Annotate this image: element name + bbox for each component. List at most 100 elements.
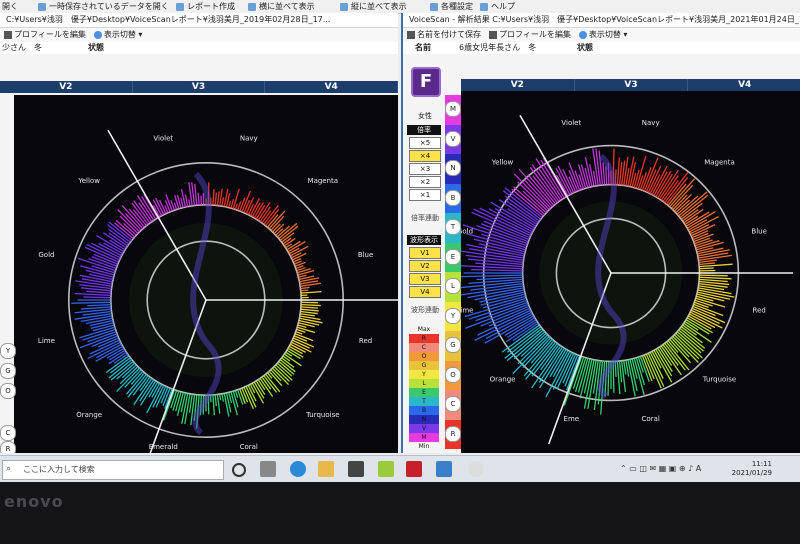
left-strip-y[interactable]: Y xyxy=(0,343,16,359)
store-icon[interactable] xyxy=(348,461,364,477)
right-wheel-color-label: Gold xyxy=(461,227,473,235)
strip-button-y[interactable]: Y xyxy=(445,307,461,324)
start-circle-icon[interactable] xyxy=(232,463,246,477)
edit-profile-button[interactable]: プロフィールを編集 xyxy=(4,28,86,42)
right-voice-wheel-svg: Violet Navy Magenta Blue Red Turquoise Coral Em… xyxy=(461,91,800,453)
strip-button-v[interactable]: V xyxy=(445,130,461,147)
right-name-label: 名前 xyxy=(415,43,431,52)
strip-button-o[interactable]: O xyxy=(445,366,461,383)
legend-item-n: N xyxy=(409,415,439,424)
right-wheel-color-label: Eme xyxy=(564,415,580,423)
right-name-row: 名前 6歳女児年長さん 冬 状態 xyxy=(403,42,800,54)
left-strip-c[interactable]: C xyxy=(0,425,16,441)
left-wheel-color-label: Orange xyxy=(76,411,102,419)
wave-v4-button[interactable]: V4 xyxy=(409,286,441,298)
left-voice-wheel-plot: Violet Navy Magenta Blue Red Turquoise Coral Em… xyxy=(14,95,398,453)
mail-icon[interactable] xyxy=(436,461,452,477)
legend-item-b: B xyxy=(409,406,439,415)
right-wheel-color-label: Lime xyxy=(461,307,473,315)
tile-horizontal-menu[interactable]: 横に並べて表示 xyxy=(248,1,315,12)
left-v2-header[interactable]: V2 xyxy=(0,81,133,93)
strip-button-g[interactable]: G xyxy=(445,337,461,353)
right-wheel-color-label: Yellow xyxy=(491,159,514,167)
mag-x1-button[interactable]: ×1 xyxy=(409,189,441,201)
right-wheel-color-label: Red xyxy=(753,307,766,315)
task-view-icon[interactable] xyxy=(260,461,276,477)
right-edit-profile-button[interactable]: プロフィールを編集 xyxy=(489,28,571,42)
left-v4-header[interactable]: V4 xyxy=(265,81,398,93)
right-v-headers: V2 V3 V4 xyxy=(461,79,800,91)
file-explorer-icon[interactable] xyxy=(318,461,334,477)
view-toggle-button[interactable]: 表示切替 ▾ xyxy=(93,28,142,42)
strip-button-t[interactable]: T xyxy=(445,219,461,235)
strip-button-b[interactable]: B xyxy=(445,189,461,206)
left-toolbar: プロフィールを編集 表示切替 ▾ xyxy=(0,28,398,42)
left-wheel-color-label: Red xyxy=(359,337,372,345)
save-as-button[interactable]: 名前を付けて保存 xyxy=(407,28,481,42)
left-v-headers: V2 V3 V4 xyxy=(0,81,398,93)
right-window-title: VoiceScan - 解析結果 C:¥Users¥浅羽 優子¥Desktop¥… xyxy=(403,13,800,28)
left-name-row: 少さん 冬 状態 xyxy=(0,42,398,54)
edge-browser-icon[interactable] xyxy=(290,461,306,477)
wave-v2-button[interactable]: V2 xyxy=(409,260,441,272)
left-wheel-color-label: Violet xyxy=(153,134,173,142)
right-v4-header[interactable]: V4 xyxy=(688,79,800,91)
left-wheel-color-label: Blue xyxy=(358,251,374,259)
legend-item-m: M xyxy=(409,433,439,442)
app-menu-bar: 開く 一時保存されているデータを開く レポート作成 横に並べて表示 縦に並べて表… xyxy=(0,0,800,14)
right-v2-header[interactable]: V2 xyxy=(461,79,575,91)
left-analysis-window: C:¥Users¥浅羽 優子¥Desktop¥VoiceScanレポート¥浅羽美… xyxy=(0,13,398,453)
help-icon xyxy=(480,2,488,11)
strip-button-m[interactable]: M xyxy=(445,101,461,117)
left-v3-header[interactable]: V3 xyxy=(133,81,266,93)
strip-button-l[interactable]: L xyxy=(445,278,461,294)
legend-item-y: Y xyxy=(409,370,439,379)
wave-v3-button[interactable]: V3 xyxy=(409,273,441,285)
left-voice-wheel-svg: Violet Navy Magenta Blue Red Turquoise Coral Em… xyxy=(14,95,398,453)
taskbar-search-input[interactable]: ここに入力して検索 xyxy=(2,460,224,480)
tile-vertical-menu[interactable]: 縦に並べて表示 xyxy=(340,1,407,12)
strip-button-n[interactable]: N xyxy=(445,160,461,176)
female-profile-button[interactable]: F xyxy=(411,67,441,97)
mcafee-icon[interactable] xyxy=(406,461,422,477)
mag-x5-button[interactable]: ×5 xyxy=(409,137,441,149)
left-wheel-color-label: Gold xyxy=(38,251,54,259)
legend-max-label: Max xyxy=(409,325,439,334)
right-wheel-color-label: Coral xyxy=(642,415,660,423)
left-window-title: C:¥Users¥浅羽 優子¥Desktop¥VoiceScanレポート¥浅羽美… xyxy=(0,13,398,28)
left-strip-g[interactable]: G xyxy=(0,363,16,379)
wave-link-toggle[interactable]: 波形連動 xyxy=(405,305,445,315)
mag-x2-button[interactable]: ×2 xyxy=(409,176,441,188)
clock-date: 2021/01/29 xyxy=(731,469,772,477)
wave-v1-button[interactable]: V1 xyxy=(409,247,441,259)
legend-item-c: C xyxy=(409,343,439,352)
left-strip-o[interactable]: O xyxy=(0,383,16,399)
right-voice-wheel-plot: Violet Navy Magenta Blue Red Turquoise Coral Em… xyxy=(461,91,800,453)
right-wheel-color-label: Navy xyxy=(642,119,660,127)
help-menu[interactable]: ヘルプ xyxy=(480,1,515,12)
open-temp-data-menu[interactable]: 一時保存されているデータを開く xyxy=(38,1,169,12)
right-name-value: 6歳女児年長さん 冬 xyxy=(459,43,537,52)
mag-link-toggle[interactable]: 倍率連動 xyxy=(405,213,445,223)
mag-x4-button[interactable]: ×4 xyxy=(409,150,441,162)
right-toolbar: 名前を付けて保存 プロフィールを編集 表示切替 ▾ xyxy=(403,28,800,42)
app-l-icon[interactable] xyxy=(378,461,394,477)
voicescan-app-icon[interactable] xyxy=(468,461,484,477)
right-view-toggle-button[interactable]: 表示切替 ▾ xyxy=(578,28,627,42)
right-v3-header[interactable]: V3 xyxy=(575,79,689,91)
mag-x3-button[interactable]: ×3 xyxy=(409,163,441,175)
legend-item-o: O xyxy=(409,352,439,361)
left-strip-r[interactable]: R xyxy=(0,441,16,453)
strip-button-e[interactable]: E xyxy=(445,248,461,265)
settings-menu[interactable]: 各種設定 xyxy=(430,1,473,12)
legend-item-e: E xyxy=(409,388,439,397)
strip-button-c[interactable]: C xyxy=(445,396,461,412)
right-status-label: 状態 xyxy=(577,43,593,52)
open-menu[interactable]: 開く xyxy=(2,1,18,12)
taskbar-clock[interactable]: 11:11 2021/01/29 xyxy=(732,460,772,478)
right-wheel-color-label: Orange xyxy=(490,375,516,383)
report-create-menu[interactable]: レポート作成 xyxy=(176,1,235,12)
system-tray-icons[interactable]: ⌃ ▭ ◫ ✉ ▦ ▣ ⊕ ♪ A xyxy=(620,464,701,473)
tile-vertical-icon xyxy=(340,2,348,11)
strip-button-r[interactable]: R xyxy=(445,425,461,442)
